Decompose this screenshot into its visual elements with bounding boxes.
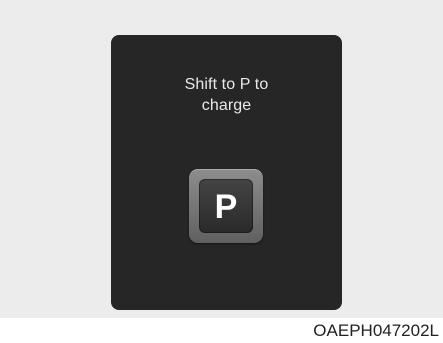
gear-p-icon-face: P: [199, 179, 253, 233]
gear-p-icon: P: [189, 169, 263, 243]
shift-to-park-message: Shift to P to charge: [111, 74, 342, 116]
gear-indicator-letter: P: [214, 187, 238, 226]
message-line-1: Shift to P to: [184, 76, 269, 93]
cluster-display: Shift to P to charge P: [111, 35, 342, 310]
message-line-2: charge: [201, 97, 252, 114]
illustration-background: Shift to P to charge P: [0, 0, 443, 318]
figure-code: OAEPH047202L: [313, 321, 439, 340]
